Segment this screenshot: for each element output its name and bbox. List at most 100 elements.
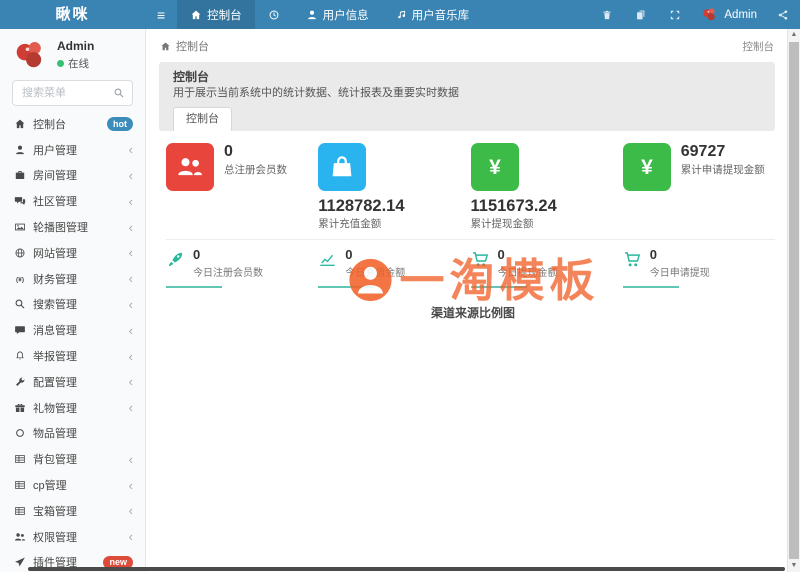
sidebar-item[interactable]: 宝箱管理 ‹ — [0, 498, 145, 524]
stat-icon-box — [622, 143, 671, 191]
chevron-left-icon: ‹ — [128, 322, 133, 338]
sidebar-item[interactable]: 搜索管理 ‹ — [0, 292, 145, 318]
navbar-menu-item[interactable]: 用户音乐库 — [382, 0, 483, 29]
stat-label: 累计充值金额 — [318, 218, 382, 230]
rocket-icon — [166, 250, 185, 269]
sidebar-item[interactable]: 财务管理 ‹ — [0, 266, 145, 292]
stat-label: 今日注册会员数 — [193, 268, 263, 279]
page-header-callout: 控制台 用于展示当前系统中的统计数据、统计报表及重要实时数据 控制台 — [159, 62, 775, 131]
share-button[interactable] — [766, 0, 800, 29]
vertical-scrollbar[interactable]: ▲ ▼ — [787, 29, 800, 572]
sidebar-item-label: 消息管理 — [33, 325, 77, 338]
brand-logo[interactable]: 瞅咪 — [0, 0, 145, 29]
sidebar-item-label: 权限管理 — [33, 531, 77, 544]
stat-card[interactable]: 1128782.14 累计充值金额 — [318, 143, 470, 231]
tab-dashboard[interactable]: 控制台 — [173, 107, 232, 131]
table-icon — [14, 505, 26, 517]
wrench-icon — [14, 376, 26, 388]
stats-today-row: 0 今日注册会员数 0 今日充值金额 0 今日提现金额 0 今日申请提现 — [166, 248, 775, 288]
today-stat[interactable]: 0 今日注册会员数 — [166, 248, 318, 279]
finance-icon — [14, 273, 26, 285]
sidebar: Admin 在线 控制台hot用户管理‹房间管理‹社区管理‹轮播图管理‹网站管理… — [0, 29, 146, 572]
user-icon — [14, 144, 26, 156]
files-button[interactable] — [624, 0, 658, 29]
today-text: 0 今日注册会员数 — [193, 248, 263, 280]
cart-icon — [471, 250, 490, 269]
stat-value: 1151673.24 — [470, 197, 557, 215]
navbar-user-menu[interactable]: Admin — [692, 0, 766, 29]
navbar-menu-item[interactable]: 用户信息 — [293, 0, 382, 29]
navbar-item-label: 控制台 — [207, 9, 242, 22]
expand-icon — [669, 9, 681, 21]
chevron-left-icon: ‹ — [128, 503, 133, 519]
sidebar-item[interactable]: 权限管理 ‹ — [0, 524, 145, 550]
sidebar-item-label: 用户管理 — [33, 144, 77, 157]
expand-button[interactable] — [658, 0, 692, 29]
image-icon — [14, 221, 26, 233]
scroll-down-arrow[interactable]: ▼ — [788, 560, 800, 572]
avatar — [701, 6, 718, 23]
yen-icon — [481, 153, 509, 181]
sidebar-item[interactable]: 背包管理 ‹ — [0, 446, 145, 472]
stat-text: 0 总注册会员数 — [224, 143, 287, 177]
breadcrumb-current[interactable]: 控制台 — [176, 38, 209, 54]
today-text: 0 今日提现金额 — [497, 247, 558, 280]
sidebar-item[interactable]: 物品管理 — [0, 421, 145, 447]
stat-value: 0 — [497, 247, 505, 262]
sidebar-item[interactable]: 用户管理 ‹ — [0, 137, 145, 163]
chevron-left-icon: ‹ — [128, 193, 133, 209]
stat-value: 0 — [224, 143, 233, 160]
scroll-up-arrow[interactable]: ▲ — [788, 29, 800, 41]
sidebar-item[interactable]: 社区管理 ‹ — [0, 188, 145, 214]
yen-icon — [633, 153, 661, 181]
navbar-menu-item[interactable]: 控制台 — [177, 0, 255, 29]
bell-icon — [14, 350, 26, 362]
chevron-left-icon: ‹ — [128, 245, 133, 261]
trash-button[interactable] — [590, 0, 624, 29]
navbar-right: Admin — [590, 0, 800, 29]
sidebar-item[interactable]: cp管理 ‹ — [0, 472, 145, 498]
sidebar-search — [12, 80, 133, 106]
sidebar-toggle-button[interactable]: ≡ — [145, 0, 177, 29]
stat-label: 今日充值金额 — [345, 268, 406, 279]
sidebar-item-label: 背包管理 — [33, 454, 77, 467]
today-stat[interactable]: 0 今日申请提现 — [623, 248, 775, 279]
vertical-scrollbar-thumb[interactable] — [789, 42, 799, 559]
sidebar-item[interactable]: 插件管理 new — [0, 550, 145, 575]
stat-text: 1151673.24 累计提现金额 — [471, 197, 623, 231]
sidebar-item-label: 配置管理 — [33, 376, 77, 389]
stat-card[interactable]: 1151673.24 累计提现金额 — [470, 143, 623, 231]
stat-value: 0 — [649, 247, 657, 262]
top-navbar: 瞅咪 ≡ 控制台 用户信息 用户音乐库 Admin — [0, 0, 800, 29]
box-icon — [14, 169, 26, 181]
user-icon — [306, 9, 318, 21]
files-icon — [635, 9, 647, 21]
page-title: 控制台 — [173, 70, 210, 84]
online-status-label: 在线 — [68, 58, 89, 70]
sidebar-item[interactable]: 消息管理 ‹ — [0, 317, 145, 343]
stat-label: 今日申请提现 — [649, 268, 710, 279]
sidebar-item[interactable]: 礼物管理 ‹ — [0, 395, 145, 421]
sidebar-item-label: 财务管理 — [33, 273, 77, 286]
horizontal-scrollbar[interactable] — [28, 567, 785, 571]
sidebar-item[interactable]: 房间管理 ‹ — [0, 163, 145, 189]
stat-card[interactable]: 0 总注册会员数 — [166, 143, 318, 191]
table-icon — [14, 453, 26, 465]
page-description: 用于展示当前系统中的统计数据、统计报表及重要实时数据 — [173, 87, 459, 99]
message-icon — [14, 324, 26, 336]
navbar-menu-item[interactable] — [255, 0, 293, 29]
today-stat[interactable]: 0 今日充值金额 — [318, 248, 470, 279]
sidebar-item[interactable]: 举报管理 ‹ — [0, 343, 145, 369]
sidebar-item[interactable]: 配置管理 ‹ — [0, 369, 145, 395]
sidebar-item-label: 宝箱管理 — [33, 505, 77, 518]
stat-icon-box — [318, 143, 367, 191]
sidebar-item[interactable]: 控制台 hot — [0, 111, 145, 137]
sidebar-item[interactable]: 轮播图管理 ‹ — [0, 214, 145, 240]
today-stat[interactable]: 0 今日提现金额 — [471, 248, 623, 279]
stat-card[interactable]: 69727 累计申请提现金额 — [622, 143, 775, 191]
bag-icon — [328, 153, 356, 181]
plane-icon — [14, 556, 26, 568]
breadcrumb-page-title: 控制台 — [742, 40, 775, 53]
navbar-menu: 控制台 用户信息 用户音乐库 — [177, 0, 482, 29]
sidebar-item[interactable]: 网站管理 ‹ — [0, 240, 145, 266]
